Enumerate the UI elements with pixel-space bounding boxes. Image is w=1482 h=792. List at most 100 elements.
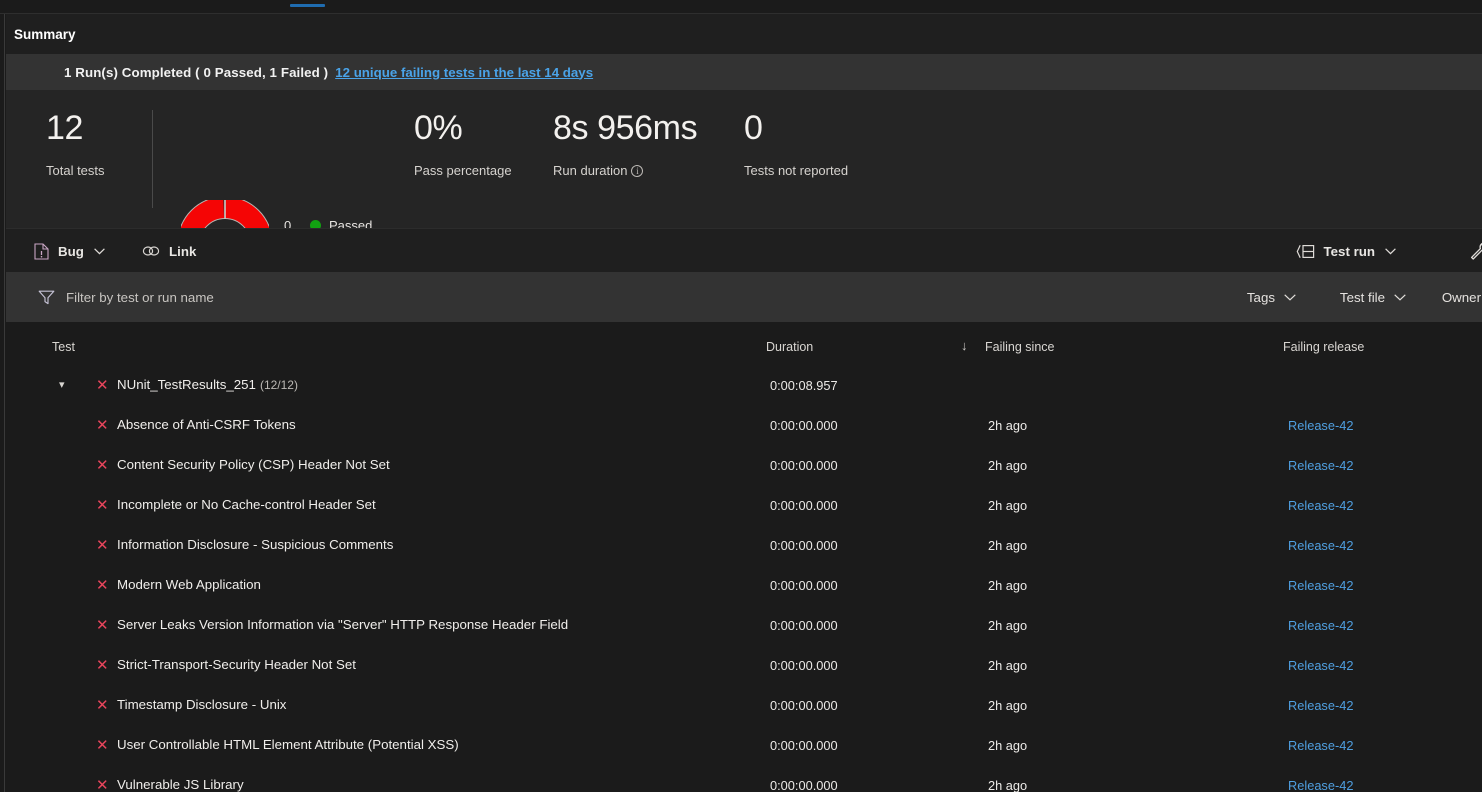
owner-dropdown[interactable]: Owner — [1442, 272, 1482, 322]
funnel-filter-icon — [38, 290, 55, 304]
chevron-down-icon — [94, 247, 105, 254]
test-duration: 0:00:00.000 — [770, 658, 838, 673]
test-duration: 0:00:00.000 — [770, 698, 838, 713]
not-reported-label: Tests not reported — [744, 163, 849, 178]
table-row[interactable]: ✕ Timestamp Disclosure - Unix 0:00:00.000 2… — [6, 686, 1482, 726]
tags-dropdown-label: Tags — [1246, 289, 1275, 305]
tags-dropdown[interactable]: Tags — [1247, 272, 1296, 322]
test-file-dropdown[interactable]: Test file — [1340, 272, 1406, 322]
column-header-failing-since[interactable]: Failing since — [985, 340, 1054, 354]
results-toolbar: Bug Link Test run — [6, 228, 1482, 272]
test-duration: 0:00:00.000 — [770, 418, 838, 433]
table-row[interactable]: ✕ Modern Web Application 0:00:00.000 2h ago… — [6, 566, 1482, 606]
summary-header: Summary — [6, 14, 1482, 54]
run-status-text: 1 Run(s) Completed ( 0 Passed, 1 Failed … — [64, 64, 329, 80]
test-run-dropdown[interactable]: Test run — [1296, 229, 1396, 273]
owner-dropdown-label: Owner — [1441, 289, 1481, 305]
pass-percentage-label: Pass percentage — [414, 163, 512, 178]
test-failing-since: 2h ago — [988, 538, 1028, 553]
summary-stats: 12 Total tests 0 Passed 12 Failed 0 — [6, 90, 1482, 288]
run-duration-value: 8s 956ms — [553, 109, 698, 147]
fail-x-icon: ✕ — [96, 417, 109, 434]
test-failing-release[interactable]: Release-42 — [1288, 418, 1353, 433]
test-failing-since: 2h ago — [988, 698, 1028, 713]
test-name: Timestamp Disclosure - Unix — [117, 697, 287, 712]
bug-button[interactable]: Bug — [34, 229, 105, 273]
test-failing-release[interactable]: Release-42 — [1288, 738, 1353, 753]
fail-x-icon: ✕ — [96, 737, 109, 754]
table-row[interactable]: ✕ Incomplete or No Cache-control Header S… — [6, 486, 1482, 526]
fail-x-icon: ✕ — [96, 577, 109, 594]
settings-wrench-button[interactable] — [1468, 229, 1482, 273]
chevron-down-icon — [1394, 293, 1406, 301]
search-input-placeholder: Filter by test or run name — [66, 289, 214, 305]
test-name: Modern Web Application — [117, 577, 261, 592]
test-name: Strict-Transport-Security Header Not Set — [117, 657, 356, 672]
table-row[interactable]: ✕ Strict-Transport-Security Header Not Se… — [6, 646, 1482, 686]
test-run-dropdown-label: Test run — [1323, 243, 1375, 259]
test-group-duration: 0:00:08.957 — [770, 378, 838, 393]
search-input[interactable]: Filter by test or run name — [38, 272, 214, 322]
filter-bar: Filter by test or run name Tags Test fil… — [6, 272, 1482, 322]
page-title: Summary — [14, 26, 76, 42]
test-failing-since: 2h ago — [988, 458, 1028, 473]
link-button-label: Link — [169, 243, 197, 259]
test-duration: 0:00:00.000 — [770, 778, 838, 792]
test-rows-container: ✕ Absence of Anti-CSRF Tokens 0:00:00.000 2… — [6, 406, 1482, 792]
test-name: Content Security Policy (CSP) Header Not… — [117, 457, 390, 472]
fail-x-icon: ✕ — [96, 497, 109, 514]
test-failing-release[interactable]: Release-42 — [1288, 618, 1353, 633]
table-row[interactable]: ✕ Server Leaks Version Information via "S… — [6, 606, 1482, 646]
expand-collapse-chevron-icon[interactable]: ▾ — [59, 378, 65, 391]
table-header-row: Test Duration ↓ Failing since Failing re… — [6, 322, 1482, 366]
panel-layout-icon — [1296, 244, 1314, 258]
wrench-icon — [1470, 242, 1482, 260]
total-tests-value: 12 — [46, 109, 84, 147]
test-failing-release[interactable]: Release-42 — [1288, 698, 1353, 713]
table-row[interactable]: ✕ User Controllable HTML Element Attribut… — [6, 726, 1482, 766]
test-name: Server Leaks Version Information via "Se… — [117, 617, 569, 632]
info-icon[interactable]: i — [631, 165, 644, 177]
link-button[interactable]: Link — [142, 229, 196, 273]
left-edge-rail — [0, 14, 5, 792]
bug-document-icon — [34, 242, 49, 260]
table-row[interactable]: ✕ Absence of Anti-CSRF Tokens 0:00:00.000 2… — [6, 406, 1482, 446]
bug-button-label: Bug — [58, 243, 84, 259]
table-row[interactable]: ✕ Information Disclosure - Suspicious Com… — [6, 526, 1482, 566]
test-group-count: (12/12) — [259, 378, 298, 392]
test-file-dropdown-label: Test file — [1339, 289, 1385, 305]
column-header-duration[interactable]: Duration — [766, 340, 813, 354]
stat-run-duration: 8s 956ms Run duration i — [553, 108, 698, 178]
test-group-name: NUnit_TestResults_251 — [117, 377, 256, 392]
test-duration: 0:00:00.000 — [770, 458, 838, 473]
test-duration: 0:00:00.000 — [770, 498, 838, 513]
test-failing-since: 2h ago — [988, 618, 1028, 633]
table-row[interactable]: ✕ Vulnerable JS Library 0:00:00.000 2h ago R… — [6, 766, 1482, 792]
table-row[interactable]: ✕ Content Security Policy (CSP) Header No… — [6, 446, 1482, 486]
active-tab-indicator[interactable] — [290, 4, 325, 7]
stats-divider — [152, 110, 153, 208]
test-failing-since: 2h ago — [988, 578, 1028, 593]
column-header-test[interactable]: Test — [52, 340, 75, 354]
test-name: Information Disclosure - Suspicious Comm… — [117, 537, 394, 552]
test-duration: 0:00:00.000 — [770, 578, 838, 593]
column-header-failing-release[interactable]: Failing release — [1283, 340, 1364, 354]
test-failing-release[interactable]: Release-42 — [1288, 578, 1353, 593]
test-name: Incomplete or No Cache-control Header Se… — [117, 497, 376, 512]
link-chain-icon — [142, 246, 160, 256]
test-failing-release[interactable]: Release-42 — [1288, 778, 1353, 792]
sort-direction-icon[interactable]: ↓ — [961, 338, 968, 353]
test-failing-release[interactable]: Release-42 — [1288, 498, 1353, 513]
chevron-down-icon — [1385, 247, 1396, 254]
test-failing-release[interactable]: Release-42 — [1288, 458, 1353, 473]
tab-strip — [0, 0, 1482, 14]
test-failing-release[interactable]: Release-42 — [1288, 538, 1353, 553]
test-results-table: Test Duration ↓ Failing since Failing re… — [6, 322, 1482, 792]
failing-tests-link[interactable]: 12 unique failing tests in the last 14 d… — [335, 65, 593, 80]
test-name: User Controllable HTML Element Attribute… — [117, 737, 459, 752]
test-group-row[interactable]: ▾ ✕ NUnit_TestResults_251 (12/12) 0:00:08… — [6, 366, 1482, 406]
test-failing-release[interactable]: Release-42 — [1288, 658, 1353, 673]
test-failing-since: 2h ago — [988, 658, 1028, 673]
fail-x-icon: ✕ — [96, 777, 109, 792]
total-tests-label: Total tests — [46, 163, 105, 178]
